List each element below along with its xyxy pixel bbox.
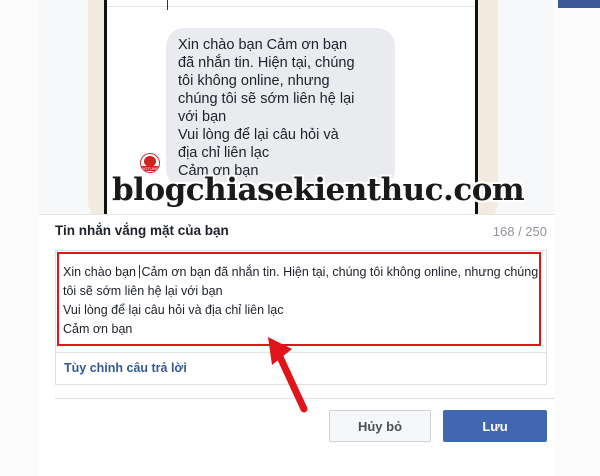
dialog-right-frame: [554, 0, 600, 476]
message-bubble: Xin chào bạn Cảm ơn bạn đã nhắn tin. Hiệ…: [166, 28, 395, 188]
bubble-line: Vui lòng để lại câu hỏi và: [178, 127, 339, 143]
dialog-left-frame: [0, 0, 39, 476]
text-cursor: [167, 0, 168, 10]
cancel-button[interactable]: Hủy bỏ: [329, 410, 431, 442]
save-button[interactable]: Lưu: [443, 410, 547, 442]
away-message-text[interactable]: Xin chào bạn Cảm ơn bạn đã nhắn tin. Hiệ…: [63, 263, 539, 339]
bubble-line: đã nhắn tin. Hiện tại, chúng: [178, 55, 355, 71]
avatar-label: HOTLINE: [141, 166, 159, 171]
away-message-dialog: Xin chào bạn Cảm ơn bạn đã nhắn tin. Hiệ…: [0, 0, 600, 476]
bubble-line: với bạn: [178, 109, 227, 125]
red-arrow-icon: [268, 337, 308, 413]
bubble-line: chúng tôi sẽ sớm liên hệ lại: [178, 91, 355, 107]
bubble-line: tôi không online, nhưng: [178, 73, 330, 89]
customize-reply-link[interactable]: Tùy chỉnh câu trả lời: [64, 361, 187, 375]
character-counter: 168 / 250: [492, 224, 547, 239]
message-line: tôi sẽ sớm liên hệ lại với bạn: [63, 284, 223, 298]
message-line: Vui lòng để lại câu hỏi và địa chỉ liên …: [63, 303, 284, 317]
header-accent: [558, 0, 600, 8]
screen-divider: [107, 6, 475, 7]
bubble-line: địa chỉ liên lạc: [178, 145, 270, 161]
bubble-line: Xin chào bạn Cảm ơn bạn: [178, 37, 348, 53]
page-avatar-icon: HOTLINE: [140, 153, 160, 173]
watermark-text: blogchiasekienthuc.com: [112, 172, 525, 208]
message-line: Xin chào bạn Cảm ơn bạn đã nhắn tin. Hiệ…: [63, 265, 539, 279]
form-title: Tin nhắn vắng mặt của bạn: [55, 223, 229, 238]
